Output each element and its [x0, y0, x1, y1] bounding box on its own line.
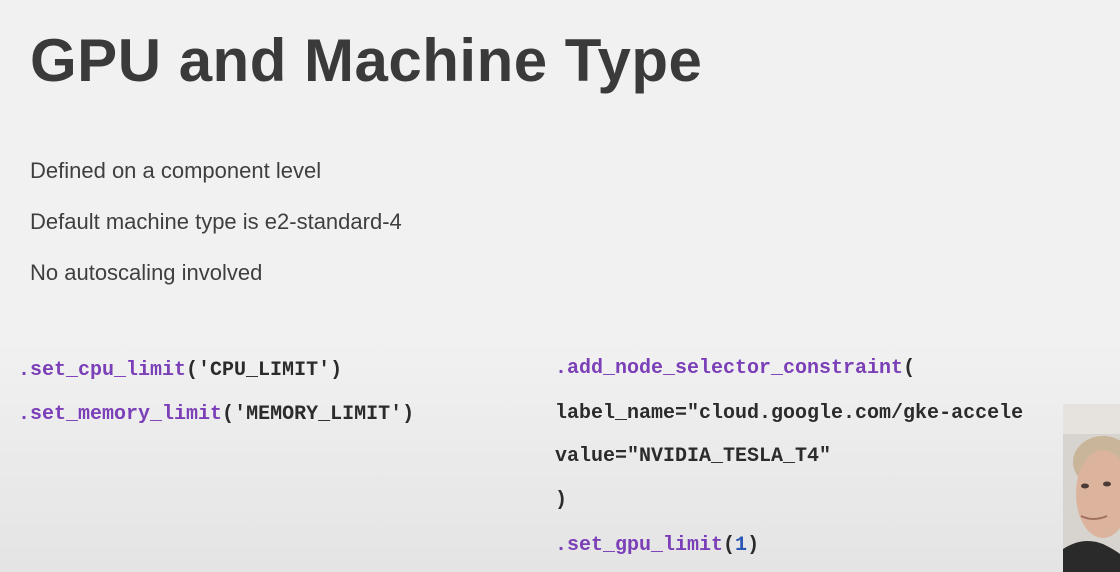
bullet-1: Defined on a component level: [30, 158, 322, 183]
code-line-cpu-limit: .set_cpu_limit('CPU_LIMIT'): [18, 359, 342, 382]
code-fn: .set_memory_limit: [18, 403, 223, 426]
code-line-value: value="NVIDIA_TESLA_T4": [555, 445, 832, 468]
code-paren: (: [723, 534, 736, 557]
code-line-label-name: label_name="cloud.google.com/gke-accele: [555, 402, 1024, 425]
bullet-3: No autoscaling involved: [30, 260, 263, 285]
code-paren: (: [903, 357, 916, 380]
code-fn: .set_gpu_limit: [555, 534, 724, 557]
code-paren: ): [330, 359, 343, 382]
bullet-2: Default machine type is e2-standard-4: [30, 209, 402, 234]
code-line-close-paren: ): [555, 489, 568, 512]
presenter-webcam: [1063, 404, 1120, 572]
slide-title: GPU and Machine Type: [30, 27, 703, 94]
code-arg: 'MEMORY_LIMIT': [234, 403, 403, 426]
code-fn: .add_node_selector_constraint: [555, 357, 904, 380]
code-paren: ): [747, 534, 760, 557]
code-number: 1: [735, 534, 748, 557]
code-line-memory-limit: .set_memory_limit('MEMORY_LIMIT'): [18, 403, 414, 426]
code-line-gpu-limit: .set_gpu_limit(1): [555, 534, 759, 557]
presenter-portrait-icon: [1063, 404, 1120, 572]
code-arg: 'CPU_LIMIT': [198, 359, 331, 382]
code-line-node-selector: .add_node_selector_constraint(: [555, 357, 915, 380]
code-paren: (: [186, 359, 199, 382]
code-paren: ): [402, 403, 415, 426]
code-fn: .set_cpu_limit: [18, 359, 187, 382]
code-paren: (: [222, 403, 235, 426]
